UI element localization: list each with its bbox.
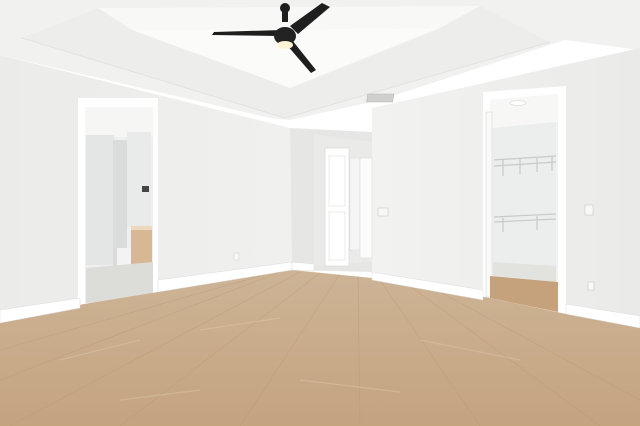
hallway-doors xyxy=(324,147,373,267)
outlet-left xyxy=(233,252,240,261)
fan-light xyxy=(277,41,293,49)
room-scene-svg xyxy=(0,0,640,426)
light-switch xyxy=(377,207,389,217)
outlet-right-low xyxy=(587,281,595,291)
bathroom-doorway xyxy=(78,98,158,308)
room-photo xyxy=(0,0,640,426)
walk-in-closet-doorway xyxy=(483,86,566,314)
hvac-vent xyxy=(366,93,395,103)
closet-door-edge xyxy=(485,111,493,298)
outlet-right xyxy=(584,204,594,216)
